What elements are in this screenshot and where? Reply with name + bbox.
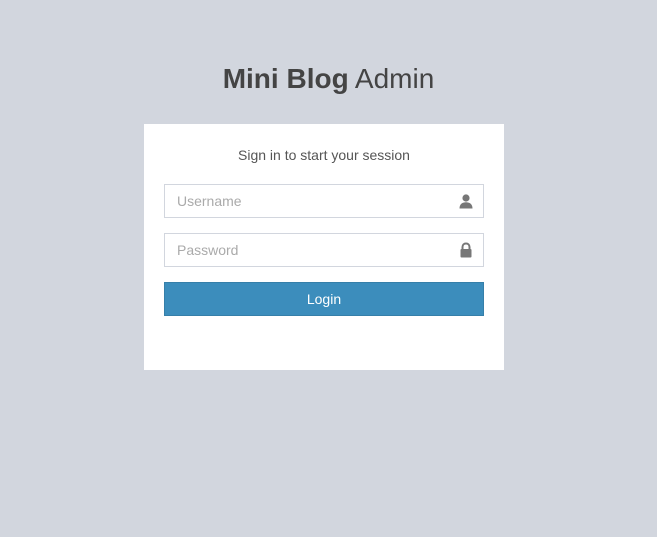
password-input[interactable] [164,233,484,267]
login-button[interactable]: Login [164,282,484,316]
lock-icon [458,242,474,258]
username-input[interactable] [164,184,484,218]
brand-name: Mini Blog [222,63,349,94]
login-box-message: Sign in to start your session [238,147,410,163]
password-field-group [164,233,484,267]
login-box: Sign in to start your session Login [144,124,504,370]
user-icon [458,193,474,209]
username-field-group [164,184,484,218]
app-logo: Mini Blog Admin [0,60,657,98]
brand-suffix: Admin [348,63,435,94]
